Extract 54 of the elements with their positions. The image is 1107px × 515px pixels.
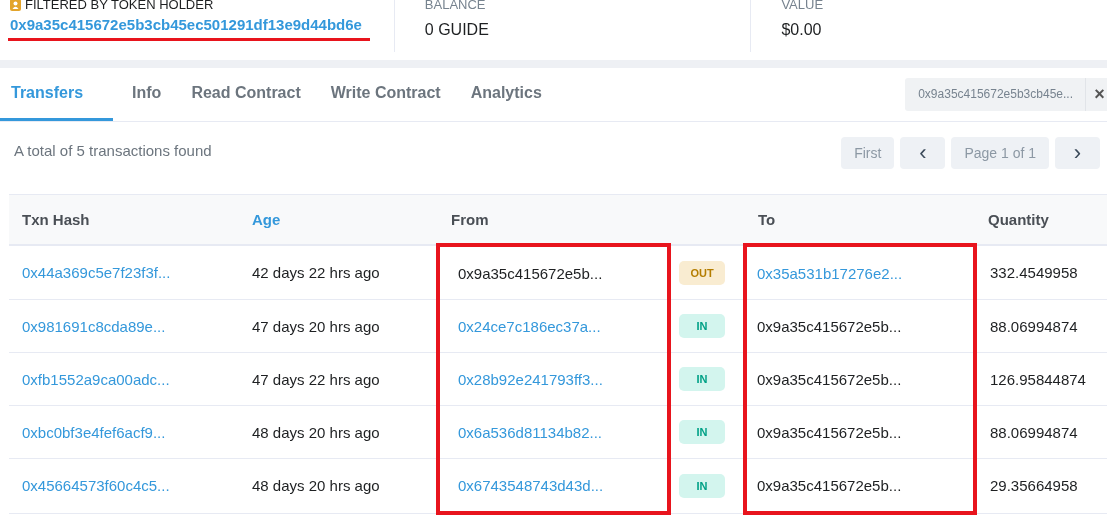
- first-page-button[interactable]: First: [841, 137, 895, 169]
- previous-page-button[interactable]: ‹: [900, 137, 946, 169]
- column-header: From: [438, 194, 669, 245]
- from-address: 0x9a35c415672e5b...: [458, 264, 603, 282]
- to-address: 0x9a35c415672e5b...: [757, 317, 902, 335]
- tab[interactable]: Analytics: [459, 68, 553, 121]
- from-address-link[interactable]: 0x28b92e241793ff3...: [458, 370, 603, 388]
- quantity-text: 126.95844874: [990, 370, 1086, 388]
- direction-badge: IN: [679, 473, 725, 498]
- txn-hash-link[interactable]: 0xfb1552a9ca00adc...: [22, 370, 170, 388]
- from-address-link[interactable]: 0x24ce7c186ec37a...: [458, 317, 601, 335]
- holder-address-link[interactable]: 0x9a35c415672e5b3cb45ec501291df13e9d44bd6e: [8, 16, 370, 41]
- close-button[interactable]: ×: [1085, 78, 1107, 111]
- page-indicator[interactable]: Page 1 of 1: [951, 137, 1049, 169]
- age-text: 47 days 22 hrs ago: [252, 370, 380, 388]
- column-header: Quantity: [975, 194, 1107, 245]
- from-address-link[interactable]: 0x6a536d81134b82...: [458, 423, 603, 441]
- to-address: 0x9a35c415672e5b...: [757, 370, 902, 388]
- tab[interactable]: Info: [121, 68, 173, 121]
- column-header: Txn Hash: [9, 194, 239, 245]
- from-address-link[interactable]: 0x6743548743d43d...: [458, 476, 604, 494]
- age-text: 42 days 22 hrs ago: [252, 264, 380, 281]
- txn-hash-link[interactable]: 0x44a369c5e7f23f3f...: [22, 264, 171, 281]
- quantity-text: 29.35664958: [990, 477, 1078, 495]
- txn-hash-link[interactable]: 0x981691c8cda89e...: [22, 317, 166, 335]
- txn-hash-link[interactable]: 0x45664573f60c4c5...: [22, 477, 170, 495]
- direction-badge: IN: [679, 367, 725, 391]
- quantity-text: 88.06994874: [990, 423, 1078, 441]
- next-page-button[interactable]: ›: [1055, 137, 1100, 169]
- direction-badge: IN: [679, 314, 725, 338]
- to-address: 0x9a35c415672e5b...: [757, 423, 902, 441]
- contact-book-icon: [10, 0, 21, 11]
- column-header: To: [745, 194, 975, 245]
- to-address-link[interactable]: 0x35a531b17276e2...: [757, 264, 903, 282]
- stat-value: 0 GUIDE: [424, 21, 490, 39]
- txn-hash-link[interactable]: 0xbc0bf3e4fef6acf9...: [22, 423, 166, 441]
- quantity-text: 88.06994874: [990, 317, 1078, 335]
- to-address: 0x9a35c415672e5b...: [757, 476, 902, 494]
- age-text: 48 days 20 hrs ago: [252, 477, 380, 495]
- holder-label: FILTERED BY TOKEN HOLDER: [25, 0, 214, 12]
- direction-badge: IN: [679, 420, 725, 444]
- stat-label: BALANCE: [424, 0, 487, 12]
- quantity-text: 332.4549958: [990, 264, 1078, 281]
- tab[interactable]: Read Contract: [180, 68, 312, 121]
- stat-label: VALUE: [781, 0, 825, 12]
- column-header[interactable]: Age: [239, 194, 438, 245]
- age-text: 47 days 20 hrs ago: [252, 317, 380, 335]
- tab[interactable]: Write Contract: [319, 68, 452, 121]
- stat-value: $0.00: [781, 21, 823, 39]
- tab[interactable]: Transfers: [0, 68, 114, 121]
- filter-chip-text: 0x9a35c415672e5b3cb45e...: [917, 86, 1074, 103]
- summary-text: A total of 5 transactions found: [14, 142, 212, 159]
- age-text: 48 days 20 hrs ago: [252, 423, 380, 441]
- direction-badge: OUT: [679, 260, 725, 285]
